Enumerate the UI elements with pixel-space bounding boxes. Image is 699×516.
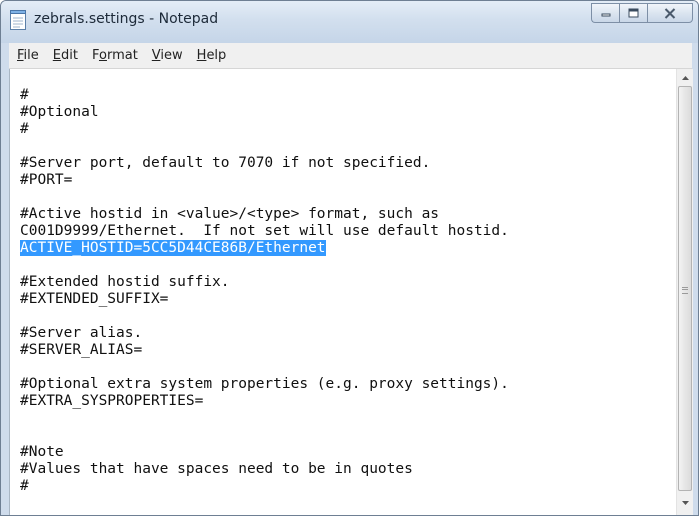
text-line — [20, 359, 509, 376]
text-line: #Active hostid in <value>/<type> format,… — [20, 206, 509, 223]
notepad-window: zebrals.settings - Notepad File Edit Forma… — [0, 0, 699, 516]
line-text: #Active hostid in <value>/<type> format,… — [20, 206, 440, 222]
close-button[interactable] — [647, 3, 693, 23]
line-text: #Optional — [20, 104, 99, 120]
text-editor[interactable]: # #Optional # #Server port, default to 7070… — [10, 69, 676, 515]
menu-item-format[interactable]: Format — [86, 48, 144, 63]
client-area: # #Optional # #Server port, default to 7070… — [9, 69, 693, 515]
line-text: C001D9999/Ethernet. If not set will use … — [20, 223, 509, 239]
menu-bar: File Edit Format View Help — [9, 43, 692, 69]
vertical-scrollbar[interactable] — [676, 69, 693, 515]
line-text: #EXTRA_SYSPROPERTIES= — [20, 393, 204, 409]
title-bar[interactable]: zebrals.settings - Notepad — [1, 1, 698, 43]
scroll-down-button[interactable] — [677, 494, 693, 511]
maximize-icon — [628, 8, 639, 18]
text-line — [20, 427, 509, 444]
maximize-button[interactable] — [619, 3, 647, 23]
text-line: # — [20, 87, 509, 104]
line-text: #EXTENDED_SUFFIX= — [20, 291, 169, 307]
text-line: # — [20, 478, 509, 495]
close-icon — [664, 7, 676, 19]
line-text: # — [20, 87, 29, 103]
text-line: #Extended hostid suffix. — [20, 274, 509, 291]
minimize-button[interactable] — [591, 3, 619, 23]
line-text: # — [20, 478, 29, 494]
menu-item-view[interactable]: View — [146, 48, 189, 63]
line-text: #Extended hostid suffix. — [20, 274, 230, 290]
text-line: #SERVER_ALIAS= — [20, 342, 509, 359]
text-line — [20, 257, 509, 274]
line-text: #PORT= — [20, 172, 73, 188]
text-line: # — [20, 121, 509, 138]
text-line: #PORT= — [20, 172, 509, 189]
caption-buttons — [591, 3, 693, 25]
text-line — [20, 308, 509, 325]
scroll-thumb[interactable] — [678, 86, 692, 491]
line-text: #Note — [20, 444, 64, 460]
text-line: ACTIVE_HOSTID=5CC5D44CE86B/Ethernet — [20, 240, 509, 257]
text-line: #Values that have spaces need to be in q… — [20, 461, 509, 478]
text-line: #Server alias. — [20, 325, 509, 342]
line-text: # — [20, 121, 29, 137]
text-line: #Optional extra system properties (e.g. … — [20, 376, 509, 393]
selected-text: ACTIVE_HOSTID=5CC5D44CE86B/Ethernet — [20, 240, 326, 256]
text-line: #EXTRA_SYSPROPERTIES= — [20, 393, 509, 410]
text-line: #Server port, default to 7070 if not spe… — [20, 155, 509, 172]
text-line: C001D9999/Ethernet. If not set will use … — [20, 223, 509, 240]
scroll-up-button[interactable] — [677, 69, 693, 86]
minimize-icon — [601, 13, 610, 17]
window-title: zebrals.settings - Notepad — [34, 11, 219, 27]
line-text: #Server port, default to 7070 if not spe… — [20, 155, 431, 171]
line-text: #Values that have spaces need to be in q… — [20, 461, 413, 477]
menu-item-file[interactable]: File — [11, 48, 45, 63]
menu-item-help[interactable]: Help — [191, 48, 233, 63]
chevron-down-icon — [681, 500, 689, 505]
menu-item-edit[interactable]: Edit — [47, 48, 84, 63]
line-text: #Optional extra system properties (e.g. … — [20, 376, 509, 392]
notepad-app-icon[interactable] — [9, 10, 27, 30]
chevron-up-icon — [681, 75, 689, 80]
text-line: #EXTENDED_SUFFIX= — [20, 291, 509, 308]
text-line: #Optional — [20, 104, 509, 121]
text-line — [20, 138, 509, 155]
scroll-grip-icon — [682, 287, 688, 294]
text-line — [20, 410, 509, 427]
editor-lines: # #Optional # #Server port, default to 7070… — [20, 87, 509, 495]
line-text: #Server alias. — [20, 325, 143, 341]
text-line: #Note — [20, 444, 509, 461]
text-line — [20, 189, 509, 206]
line-text: #SERVER_ALIAS= — [20, 342, 143, 358]
